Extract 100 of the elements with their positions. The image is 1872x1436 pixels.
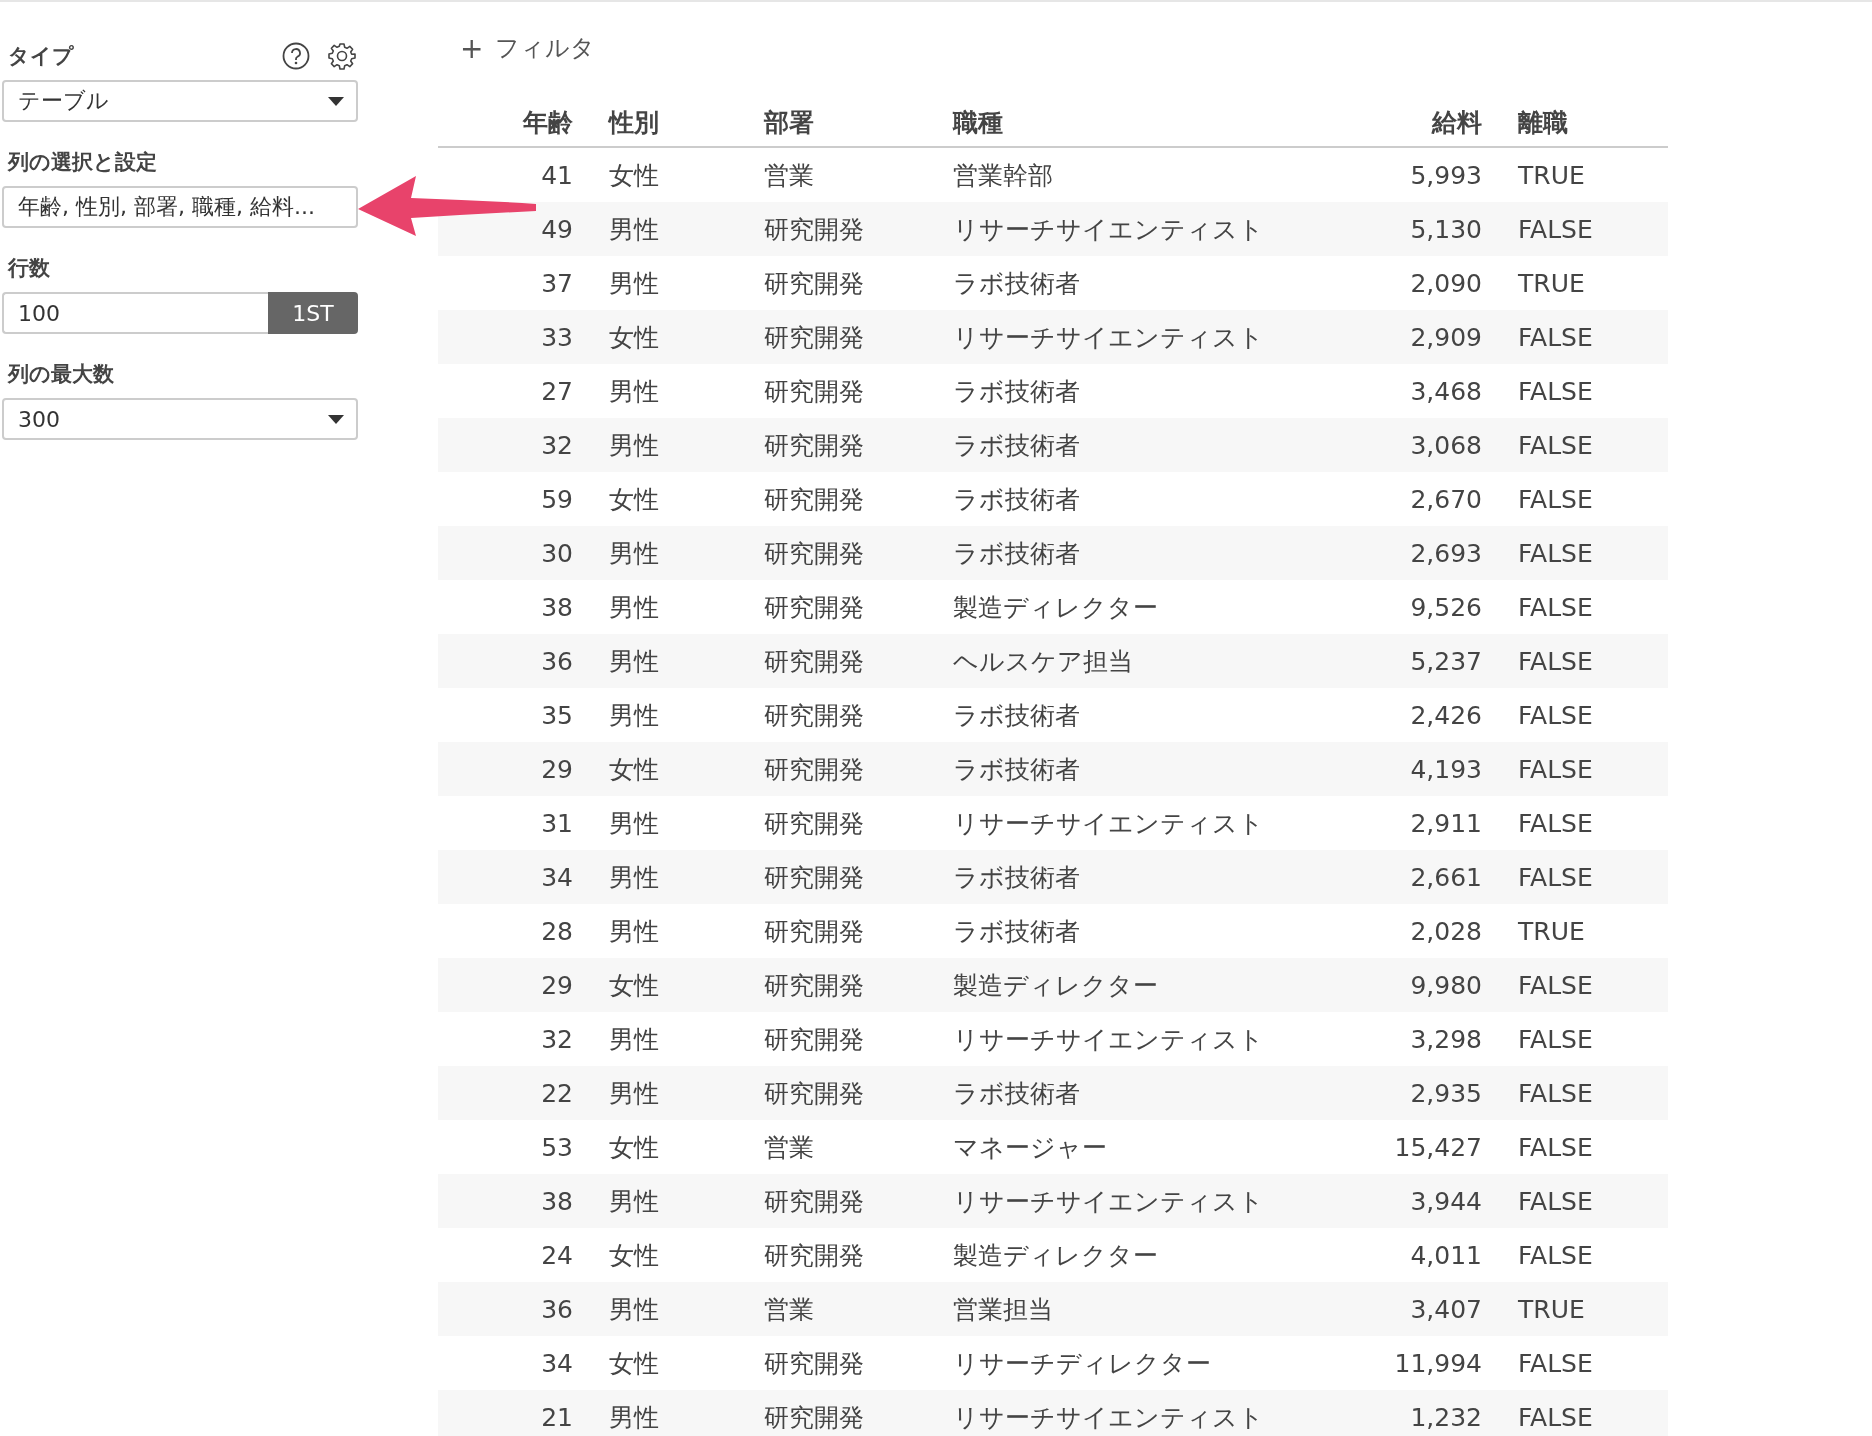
table-cell: 男性: [591, 526, 746, 580]
table-cell: 営業: [746, 147, 935, 202]
table-cell: 男性: [591, 418, 746, 472]
table-cell: TRUE: [1500, 904, 1668, 958]
table-cell: 研究開発: [746, 796, 935, 850]
table-cell: 22: [438, 1066, 591, 1120]
column-header[interactable]: 離職: [1500, 98, 1668, 147]
table-cell: 研究開発: [746, 1012, 935, 1066]
table-cell: 5,130: [1324, 202, 1500, 256]
table-cell: 女性: [591, 742, 746, 796]
table-cell: 営業: [746, 1282, 935, 1336]
first-button[interactable]: 1ST: [268, 292, 358, 334]
table-cell: FALSE: [1500, 1012, 1668, 1066]
table-cell: 2,670: [1324, 472, 1500, 526]
table-cell: 研究開発: [746, 418, 935, 472]
table-cell: 研究開発: [746, 634, 935, 688]
table-cell: FALSE: [1500, 742, 1668, 796]
table-cell: ラボ技術者: [935, 256, 1324, 310]
table-cell: FALSE: [1500, 1390, 1668, 1436]
table-cell: 34: [438, 850, 591, 904]
table-cell: 製造ディレクター: [935, 580, 1324, 634]
table-cell: 36: [438, 634, 591, 688]
table-cell: ラボ技術者: [935, 850, 1324, 904]
column-header[interactable]: 職種: [935, 98, 1324, 147]
table-cell: 37: [438, 256, 591, 310]
table-cell: 男性: [591, 1174, 746, 1228]
table-cell: リサーチサイエンティスト: [935, 1174, 1324, 1228]
table-cell: FALSE: [1500, 310, 1668, 364]
table-cell: 2,661: [1324, 850, 1500, 904]
table-cell: 研究開発: [746, 580, 935, 634]
table-cell: 29: [438, 958, 591, 1012]
table-cell: ラボ技術者: [935, 904, 1324, 958]
table-cell: 2,911: [1324, 796, 1500, 850]
table-cell: FALSE: [1500, 1120, 1668, 1174]
columns-field[interactable]: 年齢, 性別, 部署, 職種, 給料...: [2, 186, 358, 228]
settings-icon[interactable]: [328, 42, 356, 70]
table-cell: 研究開発: [746, 742, 935, 796]
table-cell: TRUE: [1500, 256, 1668, 310]
column-header[interactable]: 給料: [1324, 98, 1500, 147]
rows-input[interactable]: 100: [2, 292, 268, 334]
table-cell: 研究開発: [746, 310, 935, 364]
table-cell: 41: [438, 147, 591, 202]
help-icon[interactable]: [282, 42, 310, 70]
table-cell: 4,193: [1324, 742, 1500, 796]
table-cell: 5,993: [1324, 147, 1500, 202]
table-cell: 男性: [591, 796, 746, 850]
table-cell: 31: [438, 796, 591, 850]
table-cell: 男性: [591, 1066, 746, 1120]
table-cell: FALSE: [1500, 634, 1668, 688]
table-cell: 11,994: [1324, 1336, 1500, 1390]
table-cell: 研究開発: [746, 1390, 935, 1436]
table-cell: 24: [438, 1228, 591, 1282]
table-cell: 27: [438, 364, 591, 418]
table-cell: 2,028: [1324, 904, 1500, 958]
table-cell: 1,232: [1324, 1390, 1500, 1436]
table-cell: 男性: [591, 904, 746, 958]
table-cell: ラボ技術者: [935, 472, 1324, 526]
table-cell: 女性: [591, 147, 746, 202]
table-cell: 34: [438, 1336, 591, 1390]
table-cell: マネージャー: [935, 1120, 1324, 1174]
table-cell: 2,693: [1324, 526, 1500, 580]
table-cell: FALSE: [1500, 1336, 1668, 1390]
table-cell: リサーチディレクター: [935, 1336, 1324, 1390]
table-cell: 35: [438, 688, 591, 742]
table-cell: 4,011: [1324, 1228, 1500, 1282]
add-filter-icon[interactable]: +: [460, 31, 484, 65]
column-header[interactable]: 部署: [746, 98, 935, 147]
table-cell: ラボ技術者: [935, 364, 1324, 418]
table-cell: ラボ技術者: [935, 1066, 1324, 1120]
table-cell: FALSE: [1500, 796, 1668, 850]
table-cell: ラボ技術者: [935, 688, 1324, 742]
table-cell: 研究開発: [746, 1336, 935, 1390]
table-cell: 15,427: [1324, 1120, 1500, 1174]
table-cell: 男性: [591, 850, 746, 904]
type-dropdown[interactable]: テーブル: [2, 80, 358, 122]
table-cell: 男性: [591, 202, 746, 256]
table-cell: 製造ディレクター: [935, 958, 1324, 1012]
table-cell: FALSE: [1500, 688, 1668, 742]
table-cell: 研究開発: [746, 904, 935, 958]
table-cell: 営業: [746, 1120, 935, 1174]
table-cell: 49: [438, 202, 591, 256]
filter-button[interactable]: フィルタ: [495, 32, 596, 64]
table-cell: 9,980: [1324, 958, 1500, 1012]
table-cell: ラボ技術者: [935, 526, 1324, 580]
rows-label: 行数: [8, 255, 51, 282]
table-cell: 女性: [591, 310, 746, 364]
table-cell: FALSE: [1500, 1228, 1668, 1282]
column-header[interactable]: 性別: [591, 98, 746, 147]
max-columns-dropdown[interactable]: 300: [2, 398, 358, 440]
column-header[interactable]: 年齢: [438, 98, 591, 147]
table-cell: TRUE: [1500, 1282, 1668, 1336]
table-cell: 女性: [591, 1228, 746, 1282]
table-cell: 3,407: [1324, 1282, 1500, 1336]
table-cell: 3,944: [1324, 1174, 1500, 1228]
table-cell: 男性: [591, 580, 746, 634]
table-cell: 3,298: [1324, 1012, 1500, 1066]
table-cell: 研究開発: [746, 1228, 935, 1282]
table-cell: 製造ディレクター: [935, 1228, 1324, 1282]
dropdown-caret-icon: [328, 414, 344, 424]
table-cell: 研究開発: [746, 472, 935, 526]
